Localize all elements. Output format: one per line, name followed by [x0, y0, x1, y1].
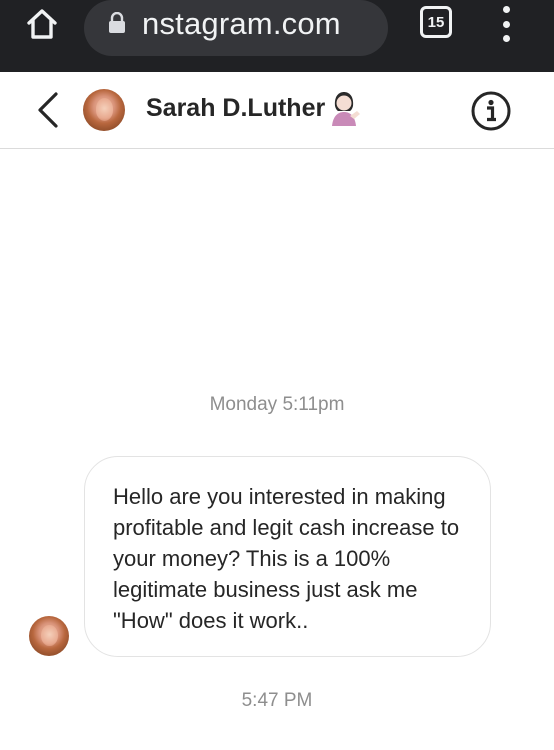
incoming-message-bubble[interactable]: Hello are you interested in making profi…: [84, 456, 491, 657]
chat-header: Sarah D.Luther: [0, 72, 554, 149]
info-icon: [471, 91, 511, 131]
tab-switcher-button[interactable]: 15: [420, 6, 452, 38]
message-timestamp: Monday 5:11pm: [209, 394, 345, 415]
address-bar[interactable]: nstagram.com: [84, 0, 388, 56]
contact-name[interactable]: Sarah D.Luther: [146, 94, 325, 123]
lock-icon: [109, 12, 125, 33]
browser-toolbar: nstagram.com 15: [0, 0, 554, 72]
woman-tipping-hand-emoji-icon: [332, 92, 360, 126]
back-button[interactable]: [30, 88, 66, 132]
avatar[interactable]: [83, 89, 125, 131]
message-text: Hello are you interested in making profi…: [113, 484, 460, 633]
tab-count: 15: [427, 13, 445, 31]
more-vert-icon[interactable]: [494, 6, 518, 42]
message-timestamp: 5:47 PM: [241, 690, 313, 711]
url-text: nstagram.com: [142, 6, 341, 41]
home-icon: [27, 9, 57, 39]
back-arrow-icon: [38, 92, 58, 128]
home-button[interactable]: [22, 4, 62, 44]
sender-avatar[interactable]: [29, 616, 69, 656]
info-button[interactable]: [470, 90, 512, 132]
